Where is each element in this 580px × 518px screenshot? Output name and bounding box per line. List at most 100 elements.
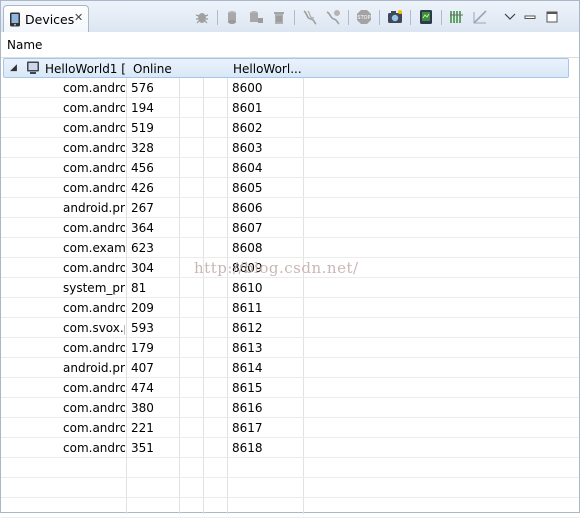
process-pid: 81 xyxy=(131,281,147,295)
column-header-name[interactable]: Name xyxy=(7,38,42,52)
process-row[interactable]: com.andro 194 8601 xyxy=(1,98,579,118)
process-pid: 221 xyxy=(131,421,154,435)
process-debug-port: 8604 xyxy=(232,161,263,175)
opengl-trace-icon[interactable] xyxy=(472,9,488,25)
process-name: com.andro xyxy=(63,381,125,395)
toolbar-separator xyxy=(217,10,218,25)
process-name: com.andro xyxy=(63,181,125,195)
process-debug-port: 8617 xyxy=(232,421,263,435)
systrace-icon[interactable] xyxy=(449,9,465,25)
tab-devices[interactable]: Devices ✕ xyxy=(3,5,89,32)
android-phone-icon xyxy=(9,12,21,30)
process-row[interactable]: android.pr 267 8606 xyxy=(1,198,579,218)
process-name: com.andro xyxy=(63,161,125,175)
process-name: com.andro xyxy=(63,101,125,115)
process-row[interactable]: android.pr 407 8614 xyxy=(1,358,579,378)
process-pid: 351 xyxy=(131,441,154,455)
maximize-icon[interactable] xyxy=(544,9,560,25)
device-status: Online xyxy=(133,62,172,76)
process-row[interactable]: com.andro 426 8605 xyxy=(1,178,579,198)
toolbar-separator xyxy=(379,10,380,25)
process-debug-port: 8600 xyxy=(232,81,263,95)
view-toolbar: Devices ✕ STOP xyxy=(1,1,579,33)
process-row[interactable]: com.svox.p 593 8612 xyxy=(1,318,579,338)
process-row[interactable]: com.andro 179 8613 xyxy=(1,338,579,358)
process-row[interactable]: com.andro 576 8600 xyxy=(1,78,579,98)
dump-hprof-icon[interactable] xyxy=(248,9,264,25)
process-name: com.andro xyxy=(63,401,125,415)
process-pid: 576 xyxy=(131,81,154,95)
process-pid: 623 xyxy=(131,241,154,255)
process-name: com.andro xyxy=(63,421,125,435)
cause-gc-icon[interactable] xyxy=(271,9,287,25)
process-pid: 328 xyxy=(131,141,154,155)
update-heap-icon[interactable] xyxy=(225,9,241,25)
process-row[interactable]: com.examp 623 8608 xyxy=(1,238,579,258)
process-pid: 304 xyxy=(131,261,154,275)
process-debug-port: 8612 xyxy=(232,321,263,335)
process-debug-port: 8602 xyxy=(232,121,263,135)
device-row[interactable]: ◢ HelloWorld1 [ Online HelloWorl... xyxy=(3,58,569,78)
empty-row xyxy=(1,478,579,498)
process-row[interactable]: com.andro 351 8618 xyxy=(1,438,579,458)
process-row[interactable]: com.andro 380 8616 xyxy=(1,398,579,418)
process-debug-port: 8601 xyxy=(232,101,263,115)
empty-row xyxy=(1,458,579,478)
process-row[interactable]: com.andro 474 8615 xyxy=(1,378,579,398)
process-name: com.andro xyxy=(63,441,125,455)
process-pid: 456 xyxy=(131,161,154,175)
process-name: com.andro xyxy=(63,341,125,355)
process-name: com.examp xyxy=(63,241,125,255)
process-pid: 426 xyxy=(131,181,154,195)
process-row[interactable]: com.andro 209 8611 xyxy=(1,298,579,318)
process-debug-port: 8606 xyxy=(232,201,263,215)
process-name: com.andro xyxy=(63,221,125,235)
stop-process-icon[interactable]: STOP xyxy=(356,9,372,25)
process-name: android.pr xyxy=(63,361,125,375)
process-debug-port: 8614 xyxy=(232,361,263,375)
process-pid: 519 xyxy=(131,121,154,135)
process-pid: 593 xyxy=(131,321,154,335)
process-debug-port: 8611 xyxy=(232,301,263,315)
process-pid: 474 xyxy=(131,381,154,395)
process-name: android.pr xyxy=(63,201,125,215)
process-row[interactable]: system_prc 81 8610 xyxy=(1,278,579,298)
process-row[interactable]: com.andro 519 8602 xyxy=(1,118,579,138)
empty-row xyxy=(1,498,579,518)
process-row[interactable]: com.andro 364 8607 xyxy=(1,218,579,238)
svg-text:STOP: STOP xyxy=(357,15,370,21)
toolbar-separator xyxy=(348,10,349,25)
process-row[interactable]: com.andro 456 8604 xyxy=(1,158,579,178)
process-name: com.andro xyxy=(63,81,125,95)
dump-view-hierarchy-icon[interactable] xyxy=(418,9,434,25)
process-debug-port: 8615 xyxy=(232,381,263,395)
process-debug-port: 8607 xyxy=(232,221,263,235)
process-row[interactable]: com.andro 328 8603 xyxy=(1,138,579,158)
process-pid: 364 xyxy=(131,221,154,235)
debug-process-icon[interactable] xyxy=(194,9,210,25)
watermark: http://blog.csdn.net/ xyxy=(194,259,359,277)
process-pid: 380 xyxy=(131,401,154,415)
minimize-icon[interactable] xyxy=(522,9,538,25)
process-pid: 209 xyxy=(131,301,154,315)
device-target: HelloWorl... xyxy=(233,62,302,76)
process-name: com.andro xyxy=(63,301,125,315)
device-name: HelloWorld1 [ xyxy=(45,62,126,76)
screen-capture-icon[interactable] xyxy=(387,9,403,25)
process-debug-port: 8613 xyxy=(232,341,263,355)
process-debug-port: 8603 xyxy=(232,141,263,155)
emulator-icon xyxy=(26,61,40,78)
update-threads-icon[interactable] xyxy=(302,9,318,25)
view-menu-icon[interactable] xyxy=(502,9,518,25)
process-debug-port: 8618 xyxy=(232,441,263,455)
process-name: com.svox.p xyxy=(63,321,125,335)
process-pid: 194 xyxy=(131,101,154,115)
process-name: system_prc xyxy=(63,281,125,295)
method-profiling-icon[interactable] xyxy=(325,9,341,25)
close-icon[interactable]: ✕ xyxy=(74,11,83,24)
toolbar-separator xyxy=(294,10,295,25)
process-row[interactable]: com.andro 221 8617 xyxy=(1,418,579,438)
process-pid: 407 xyxy=(131,361,154,375)
tab-label: Devices xyxy=(25,12,75,27)
expand-arrow-icon[interactable]: ◢ xyxy=(10,63,17,73)
